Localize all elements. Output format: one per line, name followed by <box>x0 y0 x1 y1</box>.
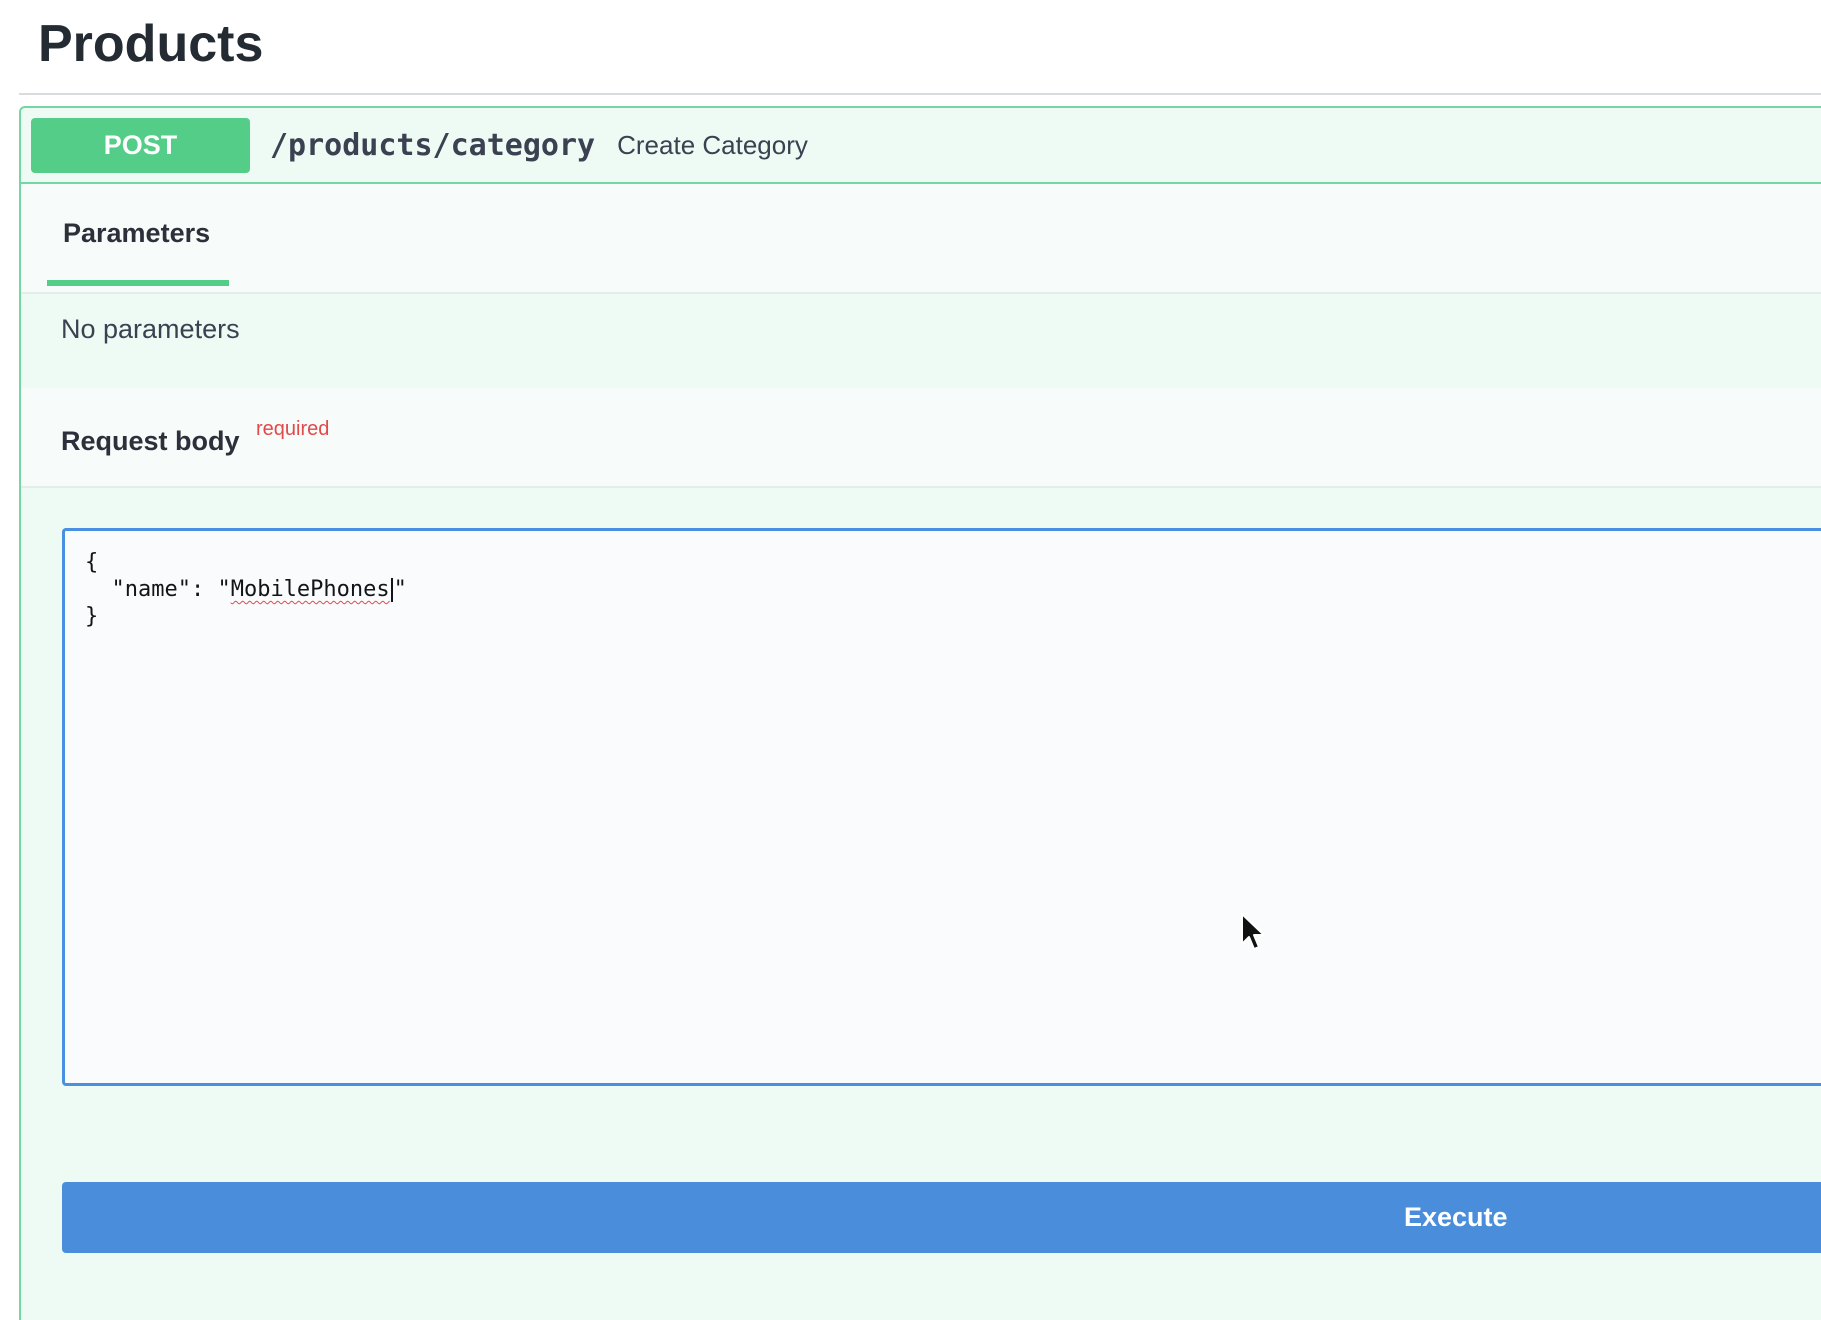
code-key: "name": " <box>85 577 231 602</box>
operation-summary[interactable]: POST /products/category Create Category <box>21 108 1821 184</box>
operation-description: Create Category <box>617 129 808 160</box>
tab-active-indicator <box>47 280 229 286</box>
code-line-name: "name": "MobilePhones " <box>85 576 1821 603</box>
operation-path: /products/category <box>270 127 596 163</box>
code-value: MobilePhones <box>230 577 390 602</box>
parameters-header: Parameters <box>21 184 1821 294</box>
swagger-page: Products POST /products/category Create … <box>0 0 1821 1320</box>
no-parameters-text: No parameters <box>61 314 240 344</box>
mouse-pointer-icon <box>1241 913 1265 950</box>
request-body-title: Request body <box>61 426 240 456</box>
text-caret <box>390 578 393 602</box>
request-body-editor[interactable]: { "name": "MobilePhones "} <box>62 528 1821 1086</box>
code-line-close: } <box>85 604 99 629</box>
method-badge: POST <box>31 117 250 173</box>
execute-button[interactable]: Execute <box>62 1182 1821 1253</box>
tab-parameters[interactable]: Parameters <box>47 218 226 249</box>
code-line-open: { <box>85 550 99 575</box>
code-value-quote: " <box>393 577 407 602</box>
required-label: required <box>256 418 330 440</box>
operation-block: POST /products/category Create Category … <box>19 106 1821 1320</box>
request-body-header: Request body required <box>21 388 1821 488</box>
section-title[interactable]: Products <box>38 14 263 74</box>
section-divider <box>19 93 1821 95</box>
